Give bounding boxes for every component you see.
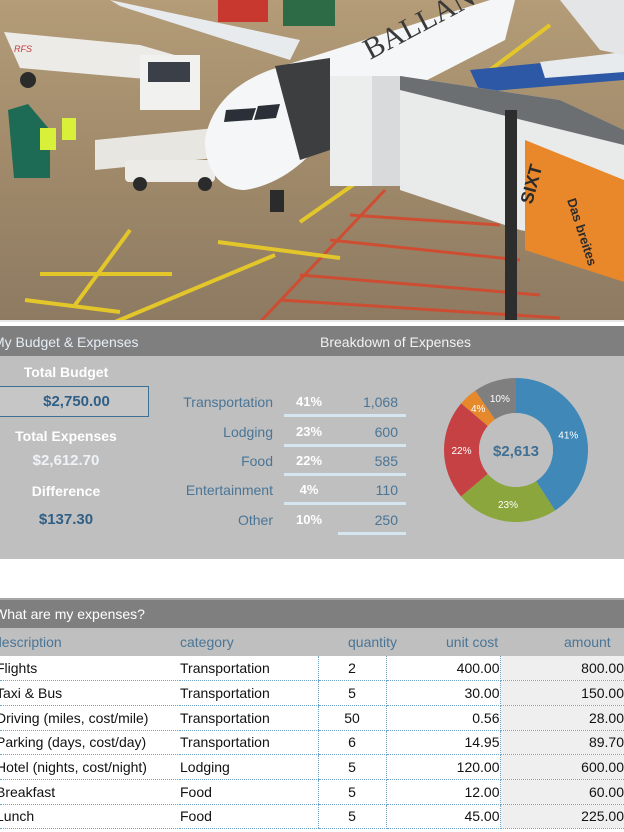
- expense-amount-cell[interactable]: 28.00: [500, 705, 624, 731]
- expense-unit-cost-cell[interactable]: 45.00: [386, 804, 501, 830]
- table-row: Breakfast Food 5 12.00 60.00: [0, 779, 624, 805]
- expense-category-cell[interactable]: Food: [180, 779, 318, 805]
- breakdown-row-lodging: Lodging 23% 600: [170, 418, 410, 447]
- expense-amount-cell[interactable]: 800.00: [500, 656, 624, 682]
- column-header-category[interactable]: category: [180, 634, 234, 650]
- breakdown-title: Breakdown of Expenses: [320, 334, 471, 350]
- total-budget-label: Total Budget: [23, 364, 109, 380]
- difference-value: $137.30: [38, 511, 94, 528]
- breakdown-label: Food: [241, 453, 273, 469]
- total-budget-input[interactable]: $2,750.00: [0, 386, 149, 417]
- column-header-quantity[interactable]: quantity: [348, 634, 397, 650]
- donut-label-food: 22%: [451, 446, 471, 457]
- donut-label-lodging: 23%: [498, 500, 518, 511]
- breakdown-percent: 23%: [295, 424, 323, 439]
- budget-spreadsheet: RFS BALLAN SIXT Das breites My Budget & …: [0, 0, 624, 832]
- column-header-unit-cost[interactable]: unit cost: [446, 634, 498, 650]
- expense-quantity-cell[interactable]: 5: [317, 779, 387, 805]
- budget-panel: My Budget & Expenses Breakdown of Expens…: [0, 326, 624, 559]
- breakdown-amount: 585: [374, 453, 398, 469]
- breakdown-row-other: Other 10% 250: [170, 506, 410, 535]
- expense-description-cell[interactable]: Lunch: [0, 804, 180, 830]
- expense-unit-cost-cell[interactable]: 14.95: [386, 730, 501, 756]
- expense-category-cell[interactable]: Transportation: [180, 730, 318, 756]
- table-row: Flights Transportation 2 400.00 800.00: [0, 656, 624, 682]
- total-expenses-label: Total Expenses: [15, 428, 117, 444]
- expenses-section: What are my expenses? description catego…: [0, 598, 624, 832]
- breakdown-divider: [284, 502, 406, 505]
- total-budget-value: $2,750.00: [43, 393, 110, 410]
- expense-category-cell[interactable]: Transportation: [180, 656, 318, 682]
- expense-description-cell[interactable]: Hotel (nights, cost/night): [0, 754, 180, 780]
- expense-quantity-cell[interactable]: 6: [317, 730, 387, 756]
- expense-category-cell[interactable]: Food: [180, 804, 318, 830]
- breakdown-divider: [284, 414, 406, 417]
- expense-amount-cell[interactable]: 600.00: [500, 754, 624, 780]
- breakdown-label: Transportation: [183, 394, 273, 410]
- expense-unit-cost-cell[interactable]: 12.00: [386, 779, 501, 805]
- expenses-column-headers: description category quantity unit cost …: [0, 628, 624, 656]
- breakdown-label: Entertainment: [185, 482, 273, 498]
- table-row: Parking (days, cost/day) Transportation 6 1…: [0, 730, 624, 756]
- breakdown-label: Other: [237, 512, 273, 528]
- column-header-amount[interactable]: amount: [564, 634, 611, 650]
- breakdown-percent: 22%: [295, 453, 323, 468]
- expenses-header: What are my expenses?: [0, 598, 624, 628]
- expense-quantity-cell[interactable]: 5: [317, 680, 387, 706]
- donut-svg: 41% 23% 22% 4% 10% $2,613: [444, 378, 588, 522]
- breakdown-percent: 41%: [295, 394, 323, 409]
- expense-description-cell[interactable]: Parking (days, cost/day): [0, 730, 180, 756]
- breakdown-amount: 1,068: [362, 394, 398, 410]
- airport-apron-image: RFS BALLAN SIXT Das breites: [0, 0, 624, 322]
- donut-label-transportation: 41%: [558, 431, 578, 442]
- breakdown-label: Lodging: [223, 424, 273, 440]
- expense-amount-cell[interactable]: 89.70: [500, 730, 624, 756]
- expense-description-cell[interactable]: Flights: [0, 656, 180, 682]
- expense-category-cell[interactable]: Transportation: [180, 680, 318, 706]
- donut-label-other: 10%: [490, 394, 510, 405]
- budget-panel-title: My Budget & Expenses: [0, 334, 139, 350]
- breakdown-percent: 10%: [295, 512, 323, 527]
- expense-category-cell[interactable]: Lodging: [180, 754, 318, 780]
- expense-quantity-cell[interactable]: 5: [317, 754, 387, 780]
- breakdown-amount: 600: [374, 424, 398, 440]
- expenses-title: What are my expenses?: [0, 606, 145, 622]
- expense-description-cell[interactable]: Driving (miles, cost/mile): [0, 705, 180, 731]
- table-row: Hotel (nights, cost/night) Lodging 5 120.00…: [0, 754, 624, 780]
- expense-quantity-cell[interactable]: 2: [317, 656, 387, 682]
- expense-category-cell[interactable]: Transportation: [180, 705, 318, 731]
- breakdown-row-entertainment: Entertainment 4% 110: [170, 476, 410, 505]
- breakdown-row-food: Food 22% 585: [170, 447, 410, 476]
- expense-unit-cost-cell[interactable]: 30.00: [386, 680, 501, 706]
- expense-unit-cost-cell[interactable]: 400.00: [386, 656, 501, 682]
- breakdown-divider: [338, 532, 406, 535]
- expense-amount-cell[interactable]: 60.00: [500, 779, 624, 805]
- expenses-table: Flights Transportation 2 400.00 800.00 Taxi &…: [0, 656, 624, 830]
- expense-amount-cell[interactable]: 225.00: [500, 804, 624, 830]
- difference-label: Difference: [31, 483, 101, 499]
- breakdown-row-transportation: Transportation 41% 1,068: [170, 388, 410, 417]
- table-row: Taxi & Bus Transportation 5 30.00 150.00: [0, 680, 624, 706]
- total-expenses-value: $2,612.70: [32, 452, 100, 469]
- donut-center-label: $2,613: [493, 443, 539, 460]
- expense-amount-cell[interactable]: 150.00: [500, 680, 624, 706]
- donut-label-entertainment: 4%: [471, 404, 486, 415]
- breakdown-amount: 250: [374, 512, 398, 528]
- expense-description-cell[interactable]: Taxi & Bus: [0, 680, 180, 706]
- expense-unit-cost-cell[interactable]: 0.56: [386, 705, 501, 731]
- table-row: Driving (miles, cost/mile) Transportation…: [0, 705, 624, 731]
- column-header-description[interactable]: description: [0, 634, 62, 650]
- table-row: LunchFood545.00225.00: [0, 804, 624, 830]
- expense-description-cell[interactable]: Breakfast: [0, 779, 180, 805]
- hero-photo: RFS BALLAN SIXT Das breites: [0, 0, 624, 322]
- expense-quantity-cell[interactable]: 50: [317, 705, 387, 731]
- svg-text:RFS: RFS: [14, 44, 32, 54]
- expense-donut-chart: 41% 23% 22% 4% 10% $2,613: [436, 374, 596, 526]
- breakdown-amount: 110: [375, 482, 398, 498]
- breakdown-percent: 4%: [299, 482, 319, 497]
- expense-quantity-cell[interactable]: 5: [317, 804, 387, 830]
- budget-panel-header: My Budget & Expenses Breakdown of Expens…: [0, 326, 624, 356]
- expense-unit-cost-cell[interactable]: 120.00: [386, 754, 501, 780]
